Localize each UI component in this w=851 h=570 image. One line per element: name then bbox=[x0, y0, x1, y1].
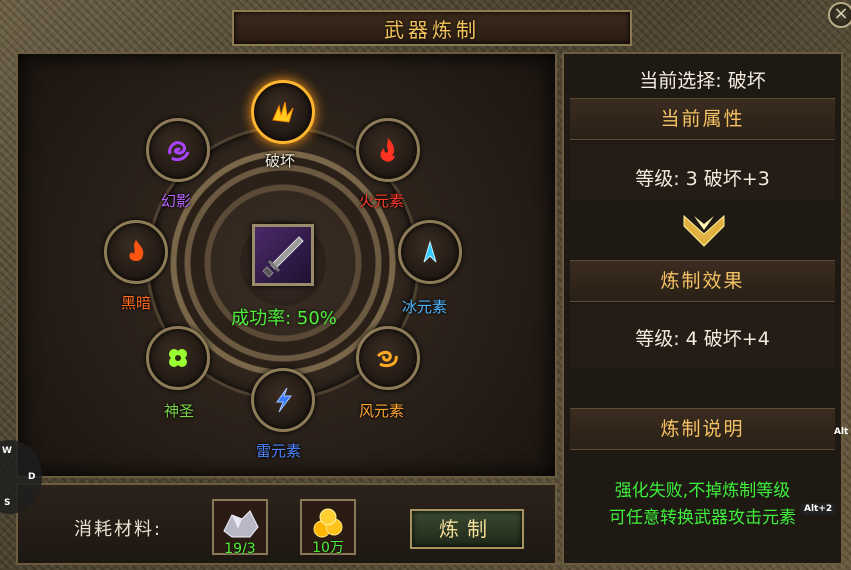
element-ice-button[interactable] bbox=[398, 220, 462, 284]
alt-hotkey-label: Alt bbox=[834, 427, 849, 437]
sword-icon bbox=[262, 236, 304, 278]
gold-coins-icon bbox=[313, 508, 343, 538]
close-button[interactable]: × bbox=[828, 2, 851, 28]
element-wind-label: 风元素 bbox=[359, 402, 405, 420]
element-wind-button[interactable] bbox=[356, 326, 420, 390]
element-wheel-panel: 成功率: 50% 破坏 火元素 冰元素 风元素 雷元素 神圣 黑暗 幻影 bbox=[16, 52, 557, 478]
element-fire-button[interactable] bbox=[356, 118, 420, 182]
key-w-label: W bbox=[2, 446, 12, 456]
alt2-hotkey-label[interactable]: Alt+2 bbox=[800, 503, 837, 515]
effect-value: 等级: 4 破坏+4 bbox=[635, 328, 770, 350]
chevron-down-icon bbox=[683, 214, 725, 247]
element-thunder-label: 雷元素 bbox=[256, 442, 302, 460]
material-slot-crystal[interactable]: 19/3 bbox=[212, 499, 268, 557]
element-phantom-button[interactable] bbox=[146, 118, 210, 182]
element-destroy-label: 破坏 bbox=[265, 152, 296, 170]
lightning-icon bbox=[276, 387, 292, 413]
material-slot-gold[interactable]: 10万 bbox=[300, 499, 356, 556]
window-title: 武器炼制 bbox=[384, 17, 480, 42]
key-d-label: D bbox=[28, 472, 36, 482]
current-attr-value: 等级: 3 破坏+3 bbox=[635, 168, 770, 190]
claw-icon bbox=[272, 101, 294, 123]
success-rate-label: 成功率: 50% bbox=[231, 308, 337, 329]
weapon-slot[interactable] bbox=[252, 224, 314, 286]
current-attr-header: 当前属性 bbox=[570, 98, 835, 140]
effect-header: 炼制效果 bbox=[570, 260, 835, 302]
crystal-ore-icon bbox=[223, 510, 259, 538]
info-panel: 当前选择: 破坏 当前属性 等级: 3 破坏+3 炼制效果 等级: 4 破坏+4… bbox=[562, 52, 843, 565]
phantom-icon bbox=[168, 141, 190, 162]
refine-button[interactable]: 炼制 bbox=[410, 509, 524, 549]
element-fire-label: 火元素 bbox=[359, 192, 405, 210]
description-header: 炼制说明 bbox=[570, 408, 835, 450]
key-s-label: S bbox=[4, 498, 11, 508]
element-phantom-label: 幻影 bbox=[161, 192, 192, 210]
holy-icon bbox=[169, 349, 187, 367]
fire-icon bbox=[380, 138, 395, 162]
description-text: 强化失败,不掉炼制等级 可任意转换武器攻击元素 bbox=[564, 478, 841, 532]
element-thunder-button[interactable] bbox=[251, 368, 315, 432]
current-selection: 当前选择: 破坏 bbox=[639, 70, 766, 92]
material-count: 19/3 bbox=[224, 541, 256, 557]
element-dark-button[interactable] bbox=[104, 220, 168, 284]
ice-icon bbox=[423, 240, 437, 263]
description-line: 强化失败,不掉炼制等级 bbox=[614, 481, 791, 501]
element-destroy-button[interactable] bbox=[251, 80, 315, 144]
element-ice-label: 冰元素 bbox=[402, 298, 448, 316]
wind-icon bbox=[376, 350, 398, 368]
dark-flame-icon bbox=[129, 240, 144, 261]
title-bar: 武器炼制 bbox=[232, 10, 632, 46]
material-count: 10万 bbox=[312, 540, 344, 556]
element-dark-label: 黑暗 bbox=[121, 294, 152, 312]
materials-bar: 消耗材料: 19/3 10万 炼制 bbox=[16, 483, 557, 565]
element-holy-button[interactable] bbox=[146, 326, 210, 390]
element-holy-label: 神圣 bbox=[164, 402, 195, 420]
materials-label: 消耗材料: bbox=[74, 519, 163, 540]
